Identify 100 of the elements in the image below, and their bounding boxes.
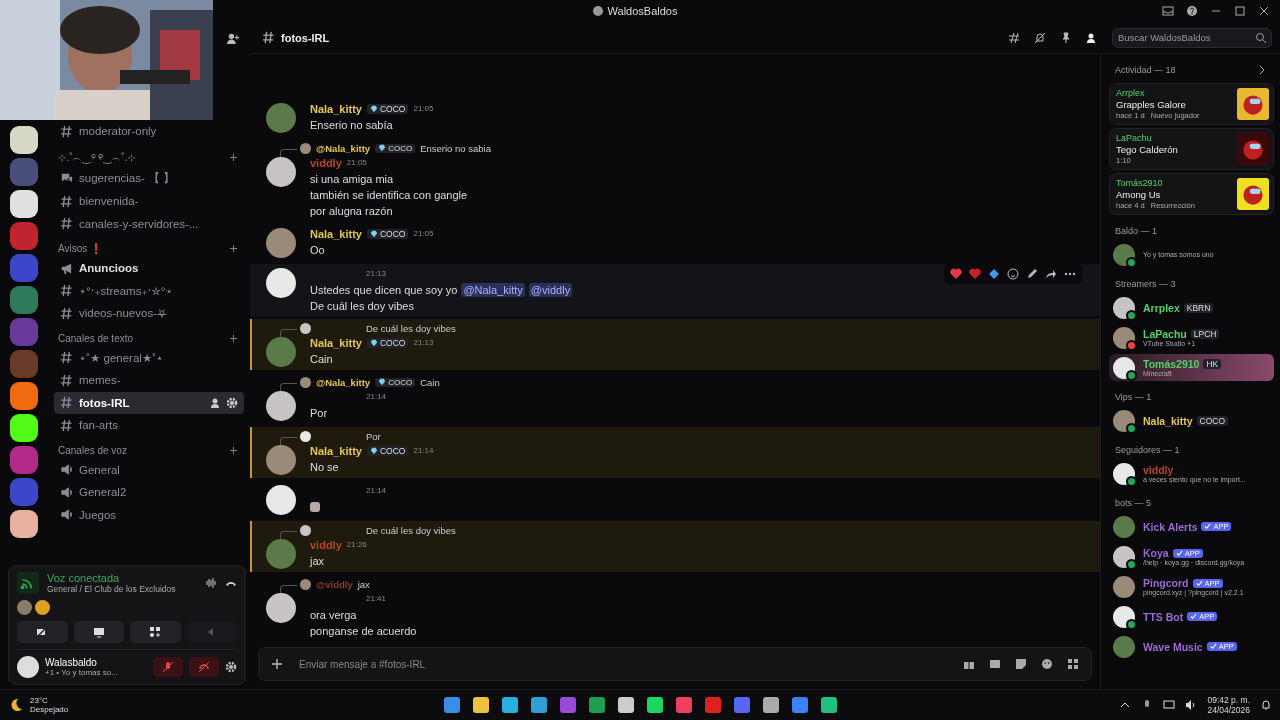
clock-date[interactable]: 24/04/2026: [1207, 705, 1250, 715]
voice-channel[interactable]: General / El Club de los Excluidos: [47, 584, 197, 594]
channel-item[interactable]: canales-y-servidores-...: [54, 212, 244, 235]
deafen-button[interactable]: [189, 657, 219, 677]
user-avatar[interactable]: [266, 391, 296, 421]
taskbar-app-icon[interactable]: [646, 697, 663, 713]
mute-button[interactable]: [153, 657, 183, 677]
user-avatar[interactable]: [17, 656, 39, 678]
monitor-icon[interactable]: [1163, 699, 1176, 711]
pin-icon[interactable]: [1060, 31, 1072, 44]
user-avatar[interactable]: [266, 157, 296, 187]
member-item[interactable]: Arrplex KBRN: [1109, 294, 1274, 321]
add-channel-icon[interactable]: [229, 153, 238, 162]
members-icon[interactable]: [1086, 31, 1098, 44]
user-avatar[interactable]: [35, 600, 50, 615]
taskbar-app-icon[interactable]: [820, 697, 837, 713]
channel-item[interactable]: memes-: [54, 369, 244, 392]
author-name[interactable]: Nala_kitty: [310, 102, 362, 115]
clock-time[interactable]: 09:42 p. m.: [1207, 695, 1250, 705]
channel-item[interactable]: moderator-only: [54, 120, 244, 143]
author-name[interactable]: Nala_kitty: [310, 444, 362, 457]
forward-icon[interactable]: [1045, 268, 1057, 280]
add-member-icon[interactable]: [226, 31, 239, 45]
reply-author[interactable]: @Nala_kitty: [316, 376, 371, 388]
heart-icon[interactable]: [950, 268, 962, 280]
inbox-icon[interactable]: [1162, 5, 1174, 17]
close-icon[interactable]: [1258, 5, 1270, 17]
screen-share-button[interactable]: [73, 621, 124, 643]
server-icon[interactable]: [10, 190, 38, 218]
add-channel-icon[interactable]: [229, 333, 238, 343]
taskbar-app-icon[interactable]: [443, 697, 460, 713]
maximize-icon[interactable]: [1234, 5, 1246, 17]
reply-text[interactable]: jax: [357, 578, 370, 590]
member-item[interactable]: Nala_kitty COCO: [1109, 407, 1274, 434]
emoji-icon[interactable]: [1007, 268, 1019, 280]
reply-text[interactable]: Enserio no sabia: [420, 142, 491, 154]
heart-icon[interactable]: [969, 268, 981, 280]
channel-item[interactable]: Anuncioos: [54, 257, 244, 280]
taskbar-app-icon[interactable]: [530, 697, 547, 713]
taskbar-app-icon[interactable]: [791, 697, 808, 713]
taskbar-app-icon[interactable]: [762, 697, 779, 713]
settings-icon[interactable]: [226, 396, 238, 409]
author-name[interactable]: Nala_kitty: [310, 336, 362, 349]
search-field[interactable]: Buscar WaldosBaldos: [1112, 27, 1272, 48]
mention[interactable]: @viddly: [528, 283, 573, 297]
author-name[interactable]: viddly: [310, 156, 342, 169]
mention[interactable]: @Nala_kitty: [461, 283, 525, 297]
category-label[interactable]: ⊹.˚︵‿୨ ୧‿︵˚.⊹: [58, 150, 136, 165]
server-icon[interactable]: [10, 382, 38, 410]
user-avatar[interactable]: [266, 485, 296, 515]
add-channel-icon[interactable]: [229, 244, 238, 253]
sticker-icon[interactable]: [1015, 658, 1027, 670]
channel-item[interactable]: General: [54, 458, 244, 481]
taskbar-app-icon[interactable]: [501, 697, 518, 713]
channel-item[interactable]: Juegos: [54, 503, 244, 526]
channel-item[interactable]: General2: [54, 481, 244, 504]
activities-button[interactable]: [130, 621, 181, 643]
server-icon[interactable]: [10, 510, 38, 538]
gif-icon[interactable]: [989, 658, 1001, 670]
channel-item[interactable]: bienvenida-: [54, 190, 244, 213]
help-icon[interactable]: [1186, 5, 1198, 17]
message-input[interactable]: Enviar mensaje a #fotos-IRL: [297, 657, 949, 671]
server-icon[interactable]: [10, 414, 38, 442]
taskbar-app-icon[interactable]: [617, 697, 634, 713]
user-avatar[interactable]: [266, 593, 296, 623]
channel-item[interactable]: fan-arts: [54, 414, 244, 437]
bell-off-icon[interactable]: [1034, 31, 1046, 44]
notification-icon[interactable]: [1260, 699, 1272, 711]
user-avatar[interactable]: [266, 268, 296, 298]
user-avatar[interactable]: [266, 228, 296, 258]
add-icon[interactable]: [271, 658, 283, 670]
category-label[interactable]: Canales de voz: [58, 444, 127, 456]
sticker-image[interactable]: [310, 502, 320, 512]
channel-item[interactable]: ⋆°‧₊streams₊‧✮°⋆: [54, 279, 244, 302]
channel-item[interactable]: videos-nuevos-⛧: [54, 302, 244, 325]
channel-item[interactable]: sugerencias- 【 】: [54, 167, 244, 190]
apps-icon[interactable]: [1067, 658, 1079, 670]
channel-item[interactable]: ⋆˚★ general★˚⋆: [54, 346, 244, 369]
diamond-icon[interactable]: [988, 268, 1000, 280]
reply-text[interactable]: De cuál les doy vibes: [366, 322, 456, 334]
taskbar-app-icon[interactable]: [472, 697, 489, 713]
settings-icon[interactable]: [225, 661, 237, 673]
threads-icon[interactable]: [1008, 31, 1020, 44]
add-channel-icon[interactable]: [229, 445, 238, 455]
emoji-icon[interactable]: [1041, 658, 1053, 670]
reply-text[interactable]: Por: [366, 430, 381, 442]
reply-author[interactable]: @Nala_kitty: [316, 142, 371, 154]
reply-text[interactable]: De cuál les doy vibes: [366, 524, 456, 536]
taskbar-app-icon[interactable]: [675, 697, 692, 713]
edit-icon[interactable]: [1026, 268, 1038, 280]
camera-button[interactable]: [17, 621, 68, 643]
server-icon[interactable]: [10, 126, 38, 154]
invite-icon[interactable]: [210, 396, 222, 409]
taskbar-app-icon[interactable]: [588, 697, 605, 713]
channel-item[interactable]: fotos-IRL: [54, 391, 244, 414]
message-composer[interactable]: Enviar mensaje a #fotos-IRL: [258, 647, 1092, 681]
author-name[interactable]: Nala_kitty: [310, 227, 362, 240]
category-label[interactable]: Avisos ❗: [58, 243, 103, 254]
reply-text[interactable]: Cain: [420, 376, 440, 388]
category-label[interactable]: Canales de texto: [58, 332, 134, 344]
